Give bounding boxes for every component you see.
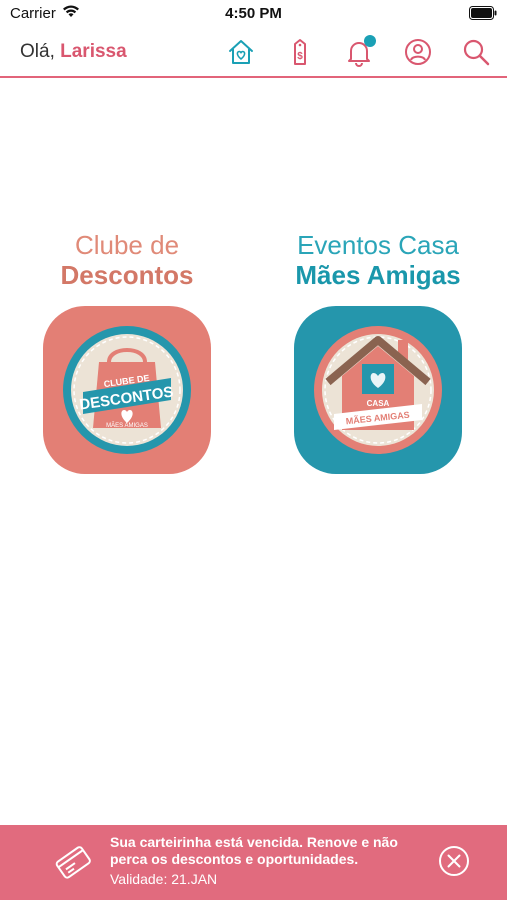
clube-descontos-card[interactable]: Clube de Descontos CLUBE DE DESCONTOS MÃ…: [27, 230, 227, 474]
membership-card-icon: [55, 846, 91, 879]
close-icon[interactable]: [438, 845, 470, 877]
price-tag-icon[interactable]: $: [285, 37, 315, 67]
notifications-bell-icon[interactable]: [344, 35, 376, 67]
user-name: Larissa: [60, 41, 127, 62]
logo-text-top: CASA: [367, 399, 390, 408]
banner-message: Sua carteirinha está vencida. Renove e n…: [110, 834, 398, 867]
search-icon[interactable]: [461, 37, 491, 67]
home-heart-icon[interactable]: [226, 37, 256, 67]
notification-badge: [364, 35, 376, 47]
eventos-casa-card[interactable]: Eventos Casa Mães Amigas CASA MÃES AMIGA…: [278, 230, 478, 474]
clube-descontos-logo[interactable]: CLUBE DE DESCONTOS MÃES AMIGAS: [43, 306, 211, 474]
app-header: Olá, Larissa $: [0, 28, 507, 78]
card-title-line2: Mães Amigas: [295, 260, 461, 290]
user-profile-icon[interactable]: [403, 37, 433, 67]
card-title-line1: Eventos Casa: [297, 230, 459, 260]
banner-validity: Validade: 21.JAN: [110, 871, 218, 887]
logo-text-sub: MÃES AMIGAS: [106, 422, 148, 429]
greeting-prefix: Olá,: [20, 41, 61, 62]
svg-text:$: $: [297, 51, 303, 62]
casa-maes-amigas-logo[interactable]: CASA MÃES AMIGAS: [294, 306, 462, 474]
status-bar: Carrier 4:50 PM: [0, 0, 507, 28]
status-time: 4:50 PM: [225, 5, 282, 22]
banner-text: Sua carteirinha está vencida. Renove e n…: [110, 834, 430, 888]
greeting: Olá, Larissa: [20, 41, 127, 63]
battery-icon: [469, 6, 497, 20]
expired-card-banner[interactable]: Sua carteirinha está vencida. Renove e n…: [0, 825, 507, 900]
card-title-line1: Clube de: [74, 230, 180, 260]
card-title-line2: Descontos: [60, 260, 194, 290]
